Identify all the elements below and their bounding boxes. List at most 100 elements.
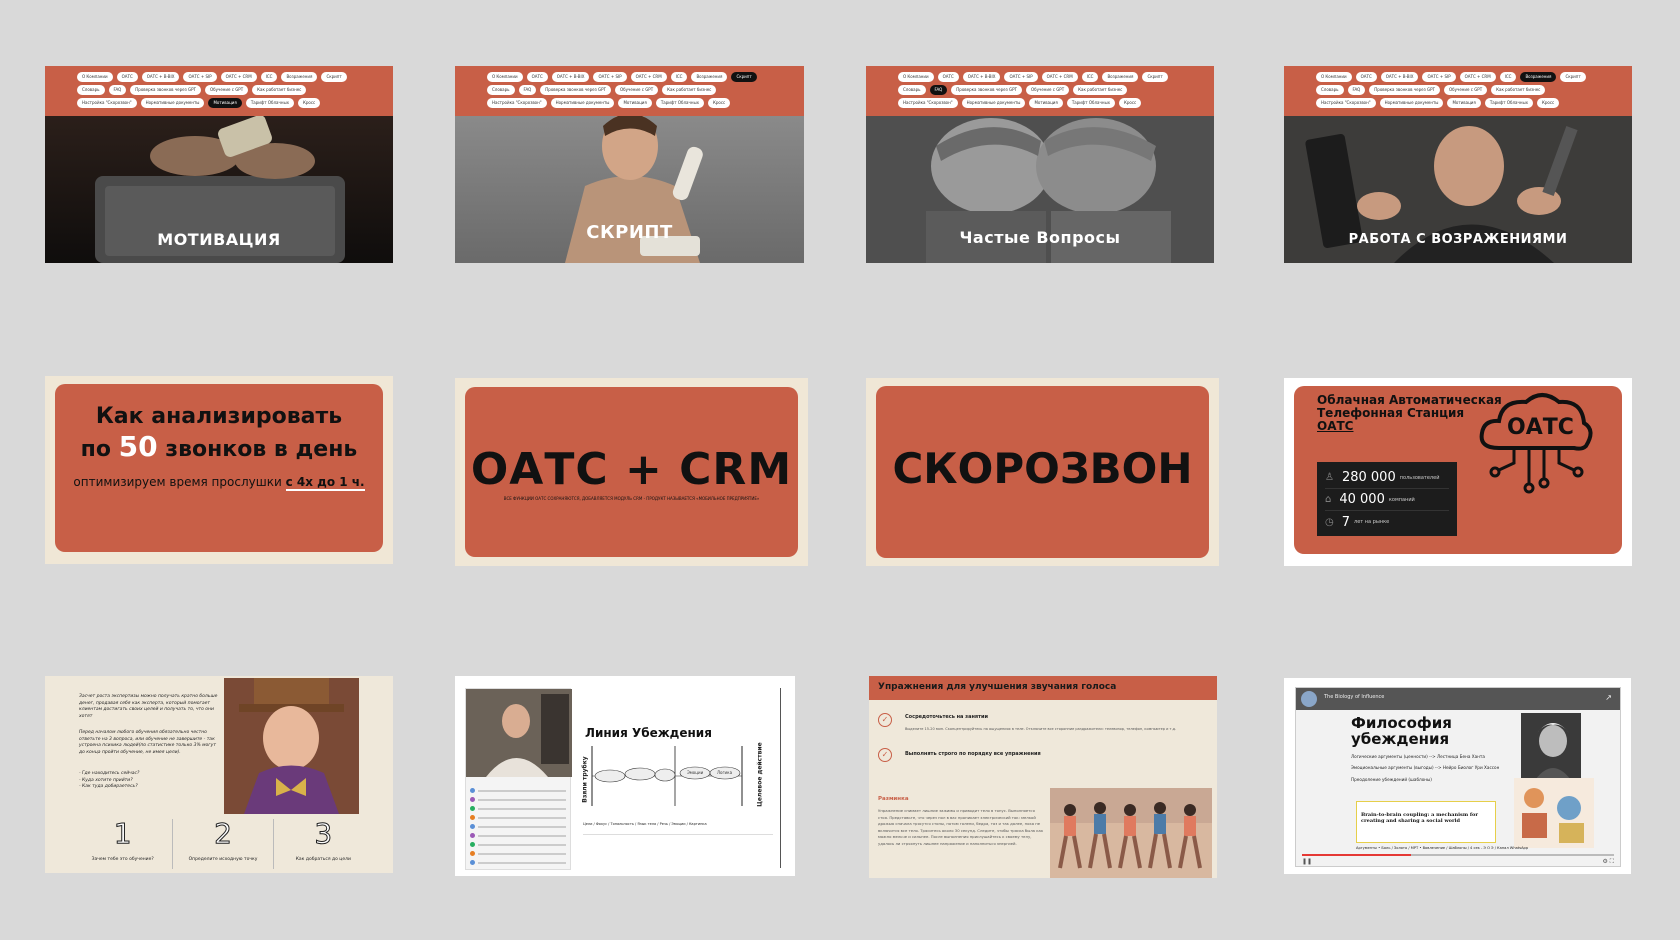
nav-pill[interactable]: Кросс [298, 98, 321, 108]
nav-pill[interactable]: О Компании [1316, 72, 1352, 82]
nav-pill[interactable]: Как работает бизнес [1491, 85, 1546, 95]
nav-pill[interactable]: Настройка "Скорозвон" [77, 98, 137, 108]
nav-pill[interactable]: Как работает бизнес [1073, 85, 1128, 95]
nav-pill[interactable]: Нормативные документы [550, 98, 615, 108]
nav-pill[interactable]: О Компании [77, 72, 113, 82]
nav-pill[interactable]: FAQ [518, 85, 537, 95]
nav-pill[interactable]: О Компании [898, 72, 934, 82]
nav-pill[interactable]: ОАТС + SIP [1004, 72, 1038, 82]
card-analyze-calls[interactable]: Как анализировать по 50 звонков в день о… [45, 376, 393, 564]
nav-pill[interactable]: Словарь [77, 85, 105, 95]
card-script[interactable]: О Компании ОАТС ОАТС + B-BIX ОАТС + SIP ОАТС… [455, 66, 804, 263]
nav-pill[interactable]: ICC [1499, 72, 1517, 82]
nav-pill[interactable]: FAQ [108, 85, 127, 95]
nav-pill[interactable]: Скрипт [731, 72, 757, 82]
nav-pill[interactable]: ОАТС [116, 72, 138, 82]
nav-pill[interactable]: Нормативные документы [140, 98, 205, 108]
nav-pill[interactable]: Нормативные документы [1379, 98, 1444, 108]
nav-pill[interactable]: Как работает бизнес [252, 85, 307, 95]
nav-pill[interactable]: Тарифт Облачных [1484, 98, 1533, 108]
nav-pill[interactable]: Проверка звонков через GPT [951, 85, 1022, 95]
nav-pill[interactable]: Обучение с GPT [1443, 85, 1488, 95]
nav-pill[interactable]: Возражения [691, 72, 728, 82]
settings-icon[interactable]: ⚙ ⛶ [1603, 858, 1615, 866]
video-progress[interactable] [1302, 854, 1614, 856]
card-skorozvon[interactable]: СКОРОЗВОН [866, 378, 1219, 566]
nav-pill[interactable]: Скрипт [1142, 72, 1168, 82]
nav-pill[interactable]: FAQ [929, 85, 948, 95]
card-voice-exercises[interactable]: Упражнения для улучшения звучания голоса… [869, 676, 1217, 878]
nav-pill[interactable]: Настройка "Скорозвон" [487, 98, 547, 108]
nav-pill[interactable]: ОАТС + SIP [593, 72, 627, 82]
nav-pill[interactable]: Скрипт [321, 72, 347, 82]
nav-pill[interactable]: Мотивация [618, 98, 652, 108]
photo-wonka [224, 678, 359, 814]
nav-pill[interactable]: ОАТС + B-BIX [141, 72, 180, 82]
nav-pill[interactable]: Проверка звонков через GPT [1369, 85, 1440, 95]
card-faq[interactable]: О Компании ОАТС ОАТС + B-BIX ОАТС + SIP ОАТС… [866, 66, 1214, 263]
card-motivation[interactable]: О Компании ОАТС ОАТС + B-BIX ОАТС + SIP ОАТС… [45, 66, 393, 263]
nav-pill[interactable]: ОАТС + CRM [220, 72, 257, 82]
nav-pill[interactable]: ОАТС [937, 72, 959, 82]
nav-pill[interactable]: О Компании [487, 72, 523, 82]
nav-pill[interactable]: Обучение с GPT [614, 85, 659, 95]
card-philosophy[interactable]: The Biology of Influence ↗ Философия убе… [1284, 678, 1631, 874]
nav-pill[interactable]: Проверка звонков через GPT [130, 85, 201, 95]
nav-pill[interactable]: ОАТС + B-BIX [962, 72, 1001, 82]
photo-illustration [1514, 778, 1594, 848]
nav-pill[interactable]: ОАТС + CRM [1459, 72, 1496, 82]
nav-pill[interactable]: FAQ [1347, 85, 1366, 95]
nav-pill[interactable]: Кросс [708, 98, 731, 108]
nav-pill[interactable]: Мотивация [208, 98, 242, 108]
left-axis-label: Взяли трубку [581, 756, 589, 803]
nav-pill[interactable]: ICC [260, 72, 278, 82]
nav-pill[interactable]: ОАТС + B-BIX [551, 72, 590, 82]
nav-pill[interactable]: Возражения [1102, 72, 1139, 82]
card-training[interactable]: Засчет роста экспертизы можно получать к… [45, 676, 393, 873]
nav-pill[interactable]: Обучение с GPT [1025, 85, 1070, 95]
steps: 1 Зачем тебе это обучение? 2 Определите … [73, 818, 373, 869]
card-oats-crm[interactable]: ОАТС + CRM ВСЕ ФУНКЦИИ ОАТС СОХРАНЯЮТСЯ,… [455, 378, 808, 566]
nav-pill[interactable]: Словарь [1316, 85, 1344, 95]
nav-pill[interactable]: ОАТС [1355, 72, 1377, 82]
nav-pill[interactable]: Возражения [1520, 72, 1557, 82]
nav-pill[interactable]: ОАТС + SIP [183, 72, 217, 82]
nav-pill[interactable]: Словарь [487, 85, 515, 95]
nav-pill[interactable]: Словарь [898, 85, 926, 95]
video-progress-fill [1302, 854, 1412, 856]
oats-heading-link[interactable]: ОАТС [1317, 419, 1353, 433]
nav-pill[interactable]: Обучение с GPT [204, 85, 249, 95]
nav-pill[interactable]: ОАТС + B-BIX [1380, 72, 1419, 82]
step-label: Определите исходную точку [188, 857, 258, 862]
card-persuasion-line[interactable]: Линия Убеждения Взяли трубку Целевое дей… [455, 676, 795, 876]
voice-header: Упражнения для улучшения звучания голоса [869, 676, 1217, 700]
nav-pill[interactable]: ICC [670, 72, 688, 82]
nav-pill[interactable]: Мотивация [1447, 98, 1481, 108]
pill-nav: О Компании ОАТС ОАТС + B-BIX ОАТС + SIP ОАТС… [45, 66, 393, 116]
nav-pill[interactable]: Нормативные документы [961, 98, 1026, 108]
nav-pill[interactable]: Кросс [1119, 98, 1142, 108]
nav-pill[interactable]: Настройка "Скорозвон" [898, 98, 958, 108]
step: 3 Как добраться до цели [274, 818, 373, 869]
nav-pill[interactable]: ОАТС + CRM [1041, 72, 1078, 82]
nav-pill[interactable]: Кросс [1537, 98, 1560, 108]
voice-body: Упражнение снимает лишние зажимы и приво… [878, 808, 1044, 846]
nav-pill[interactable]: ICC [1081, 72, 1099, 82]
nav-pill[interactable]: Тарифт Облачных [655, 98, 704, 108]
nav-pill[interactable]: Как работает бизнес [662, 85, 717, 95]
stat-value: 40 000 [1339, 492, 1385, 507]
nav-pill[interactable]: ОАТС + SIP [1422, 72, 1456, 82]
nav-pill[interactable]: Проверка звонков через GPT [540, 85, 611, 95]
nav-pill[interactable]: Тарифт Облачных [245, 98, 294, 108]
share-icon[interactable]: ↗ [1605, 693, 1612, 702]
nav-pill[interactable]: Настройка "Скорозвон" [1316, 98, 1376, 108]
nav-pill[interactable]: Тарифт Облачных [1066, 98, 1115, 108]
nav-pill[interactable]: Скрипт [1560, 72, 1586, 82]
nav-pill[interactable]: Возражения [281, 72, 318, 82]
nav-pill[interactable]: ОАТС + CRM [630, 72, 667, 82]
nav-pill[interactable]: ОАТС [526, 72, 548, 82]
card-oats-info[interactable]: Облачная Автоматическая Телефонная Станц… [1284, 378, 1632, 566]
card-objections[interactable]: О Компании ОАТС ОАТС + B-BIX ОАТС + SIP ОАТС… [1284, 66, 1632, 263]
nav-pill[interactable]: Мотивация [1029, 98, 1063, 108]
play-pause-icon[interactable]: ❚❚ [1302, 858, 1312, 866]
